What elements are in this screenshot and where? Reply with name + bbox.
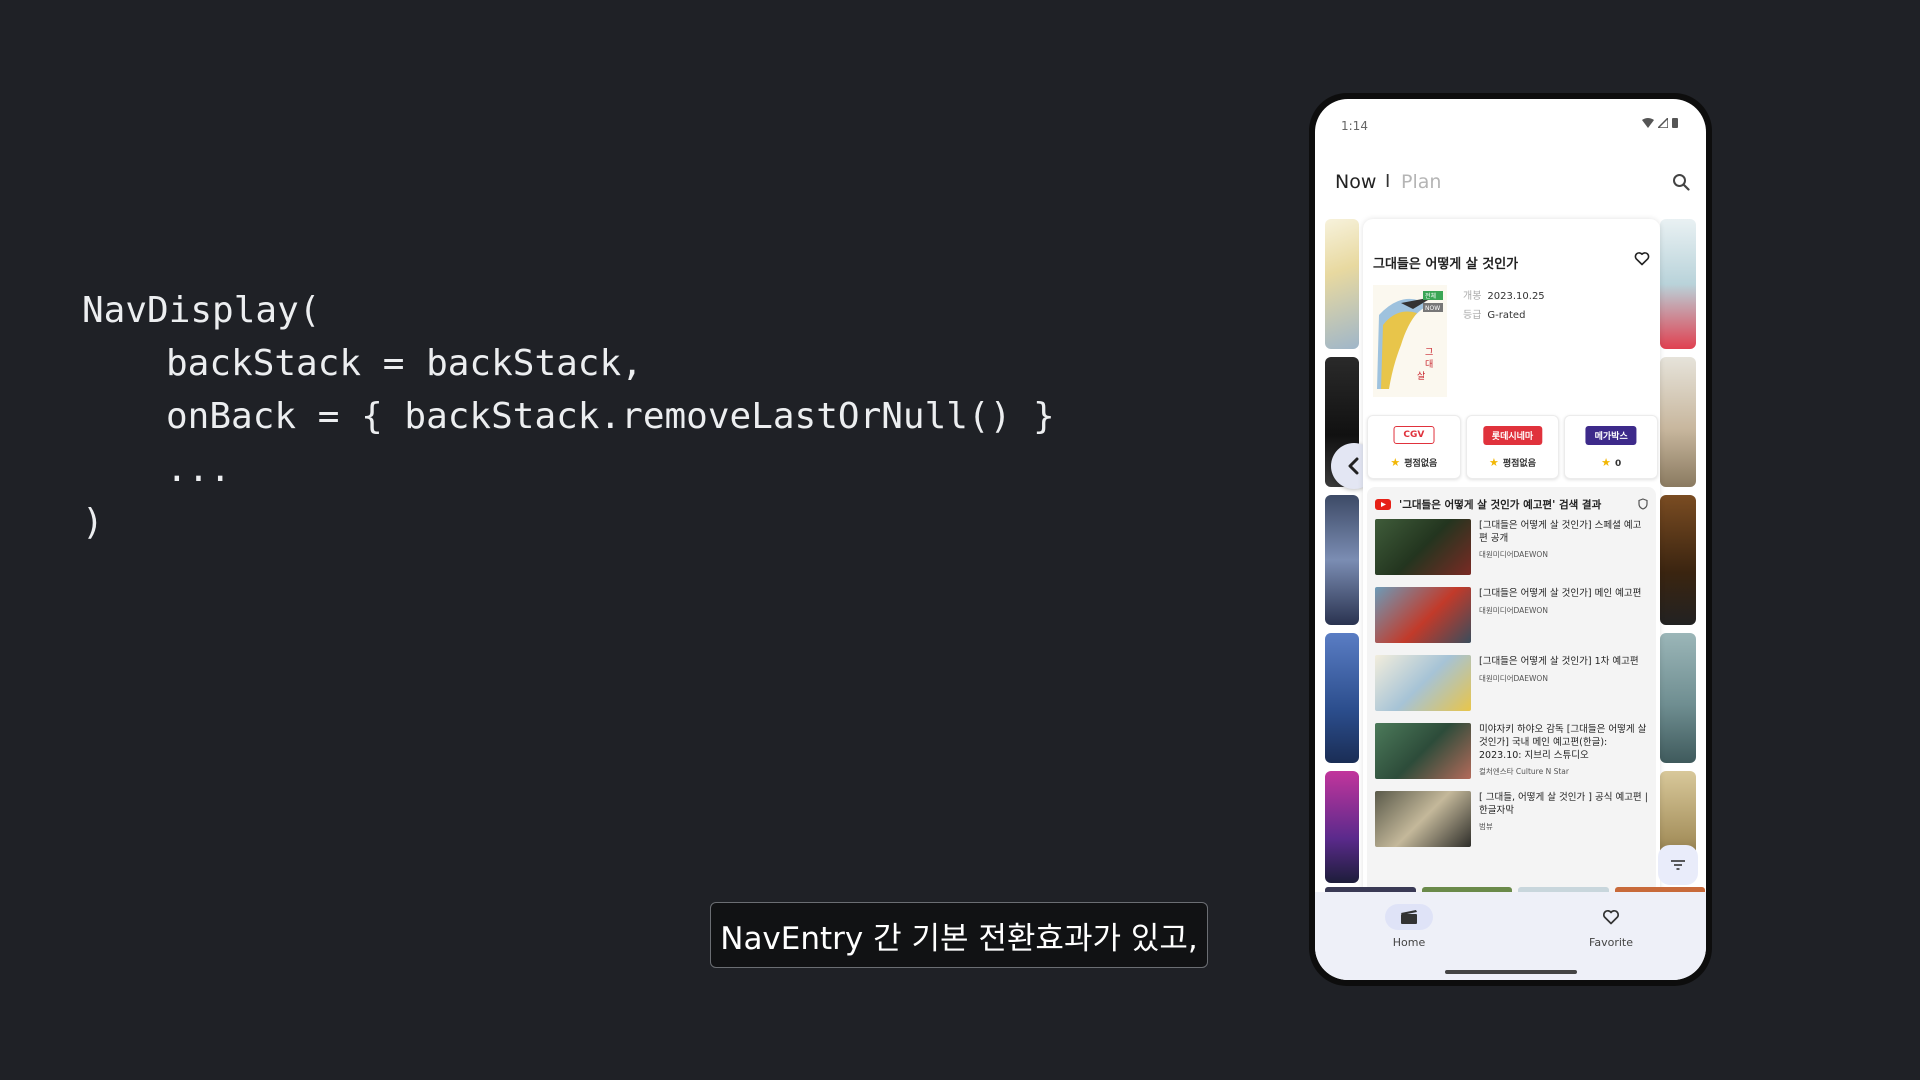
movie-poster: 그 대 살 전체 NOW xyxy=(1373,285,1447,397)
youtube-icon xyxy=(1375,498,1391,510)
star-icon: ★ xyxy=(1601,456,1611,469)
chevron-left-icon xyxy=(1348,457,1359,475)
rating-text: 0 xyxy=(1614,459,1622,469)
tab-separator: I xyxy=(1385,171,1391,192)
theater-cgv[interactable]: CGV ★ 평점없음 xyxy=(1367,415,1461,479)
theater-megabox[interactable]: 메가박스 ★ 0 xyxy=(1564,415,1659,479)
theater-list: CGV ★ 평점없음 롯데시네마 ★ 평점없음 메가박스 ★ 0 xyxy=(1367,415,1659,479)
wifi-icon xyxy=(1642,117,1654,128)
poster-thumb[interactable] xyxy=(1660,633,1696,763)
code-line: ) xyxy=(82,502,104,543)
status-icons xyxy=(1642,117,1678,128)
video-channel: 대원미디어DAEWON xyxy=(1479,606,1548,615)
video-title: [그대들은 어떻게 살 것인가] 스페셜 예고편 공개 xyxy=(1479,520,1642,544)
star-icon: ★ xyxy=(1390,456,1401,469)
video-channel: 대원미디어DAEWON xyxy=(1479,674,1548,683)
theater-logo: 롯데시네마 xyxy=(1482,426,1543,445)
heart-icon[interactable] xyxy=(1634,251,1650,266)
code-line: onBack = { backStack.removeLastOrNull() … xyxy=(166,396,1055,437)
badge-rating: 전체 xyxy=(1425,292,1436,300)
nav-favorite-label: Favorite xyxy=(1589,936,1633,949)
theater-rating: ★ 0 xyxy=(1565,456,1657,469)
svg-text:살: 살 xyxy=(1417,371,1425,382)
top-app-bar: Now I Plan xyxy=(1315,161,1706,201)
video-title: [그대들은 어떻게 살 것인가] 메인 예고편 xyxy=(1479,588,1642,599)
theater-logo: 메가박스 xyxy=(1585,426,1637,445)
rating-text: 평점없음 xyxy=(1502,459,1536,469)
theater-rating: ★ 평점없음 xyxy=(1368,456,1460,469)
poster-thumb[interactable] xyxy=(1325,495,1359,625)
video-channel: 컬처엔스타 Culture N Star xyxy=(1479,767,1569,776)
filter-icon xyxy=(1671,860,1685,870)
svg-text:대: 대 xyxy=(1425,359,1433,370)
meta-key: 등급 xyxy=(1463,310,1482,321)
rating-text: 평점없음 xyxy=(1404,459,1438,469)
video-item[interactable]: [ 그대들, 어떻게 살 것인가 ] 공식 예고편 | 한글자막 범뷰 xyxy=(1375,791,1655,849)
theater-lotte[interactable]: 롯데시네마 ★ 평점없음 xyxy=(1465,415,1560,479)
nav-home[interactable]: Home xyxy=(1369,904,1449,949)
movie-title: 그대들은 어떻게 살 것인가 xyxy=(1373,257,1519,272)
video-item[interactable]: [그대들은 어떻게 살 것인가] 스페셜 예고편 공개 대원미디어DAEWON xyxy=(1375,519,1655,577)
code-line: NavDisplay( xyxy=(82,290,321,331)
code-line: backStack = backStack, xyxy=(166,343,643,384)
video-item[interactable]: [그대들은 어떻게 살 것인가] 메인 예고편 대원미디어DAEWON xyxy=(1375,587,1655,645)
shield-icon[interactable] xyxy=(1638,498,1648,510)
youtube-header: '그대들은 어떻게 살 것인가 예고편' 검색 결과 xyxy=(1375,495,1648,513)
signal-icon xyxy=(1658,117,1668,128)
video-title: [그대들은 어떻게 살 것인가] 1차 예고편 xyxy=(1479,656,1639,667)
youtube-results: '그대들은 어떻게 살 것인가 예고편' 검색 결과 [그대들은 어떻게 살 것… xyxy=(1367,487,1656,893)
video-thumbnail xyxy=(1375,519,1471,575)
subtitle-caption: NavEntry 간 기본 전환효과가 있고, xyxy=(710,902,1208,968)
star-icon: ★ xyxy=(1489,456,1499,469)
meta-key: 개봉 xyxy=(1463,291,1482,302)
filter-button[interactable] xyxy=(1658,845,1698,885)
bottom-navigation: Home Favorite xyxy=(1315,892,1706,980)
search-icon[interactable] xyxy=(1672,173,1690,191)
badge-now: NOW xyxy=(1425,305,1440,312)
theater-logo: CGV xyxy=(1393,426,1435,444)
theater-rating: ★ 평점없음 xyxy=(1467,456,1559,469)
nav-home-label: Home xyxy=(1392,936,1426,949)
grade-value: G-rated xyxy=(1487,310,1526,321)
video-title: [ 그대들, 어떻게 살 것인가 ] 공식 예고편 | 한글자막 xyxy=(1479,792,1648,816)
video-thumbnail xyxy=(1375,723,1471,779)
code-block: NavDisplay( backStack = backStack, onBack … xyxy=(82,284,1055,549)
video-title: 미야자키 하야오 감독 [그대들은 어떻게 살 것인가] 국내 메인 예고편(한… xyxy=(1479,724,1647,761)
nav-home-indicator xyxy=(1385,904,1433,930)
video-thumbnail xyxy=(1375,791,1471,847)
video-item[interactable]: [그대들은 어떻게 살 것인가] 1차 예고편 대원미디어DAEWON xyxy=(1375,655,1655,713)
phone-frame: 1:14 Now I Plan 그대들은 어떻게 살 것인가 그 대 살 전체 … xyxy=(1309,93,1712,986)
status-bar: 1:14 xyxy=(1315,99,1706,145)
youtube-header-text: '그대들은 어떻게 살 것인가 예고편' 검색 결과 xyxy=(1399,498,1602,511)
nav-favorite-indicator xyxy=(1587,904,1635,930)
video-channel: 범뷰 xyxy=(1479,822,1493,831)
movie-detail-card: 그대들은 어떻게 살 것인가 그 대 살 전체 NOW 개봉 2023.10.2… xyxy=(1363,219,1660,899)
nav-favorite[interactable]: Favorite xyxy=(1571,904,1651,949)
video-thumbnail xyxy=(1375,655,1471,711)
poster-thumb[interactable] xyxy=(1325,219,1359,349)
code-line: ... xyxy=(166,449,232,490)
battery-icon xyxy=(1672,118,1678,128)
video-item[interactable]: 미야자키 하야오 감독 [그대들은 어떻게 살 것인가] 국내 메인 예고편(한… xyxy=(1375,723,1655,781)
movie-clapper-icon xyxy=(1401,910,1417,924)
movie-meta: 개봉 2023.10.25 등급 G-rated xyxy=(1463,287,1545,325)
poster-thumb[interactable] xyxy=(1660,495,1696,625)
gesture-handle[interactable] xyxy=(1444,970,1577,974)
phone-screen: 1:14 Now I Plan 그대들은 어떻게 살 것인가 그 대 살 전체 … xyxy=(1315,99,1706,980)
poster-thumb[interactable] xyxy=(1325,771,1359,883)
svg-text:그: 그 xyxy=(1425,348,1433,358)
poster-thumb[interactable] xyxy=(1660,357,1696,487)
heron-poster-image: 그 대 살 전체 NOW xyxy=(1373,285,1447,397)
poster-thumb[interactable] xyxy=(1325,633,1359,763)
video-thumbnail xyxy=(1375,587,1471,643)
tab-plan[interactable]: Plan xyxy=(1401,171,1441,193)
heart-outline-icon xyxy=(1603,910,1619,925)
tab-now[interactable]: Now xyxy=(1335,171,1376,193)
release-date: 2023.10.25 xyxy=(1487,291,1545,302)
status-time: 1:14 xyxy=(1341,119,1368,133)
poster-thumb[interactable] xyxy=(1660,219,1696,349)
video-channel: 대원미디어DAEWON xyxy=(1479,550,1548,559)
